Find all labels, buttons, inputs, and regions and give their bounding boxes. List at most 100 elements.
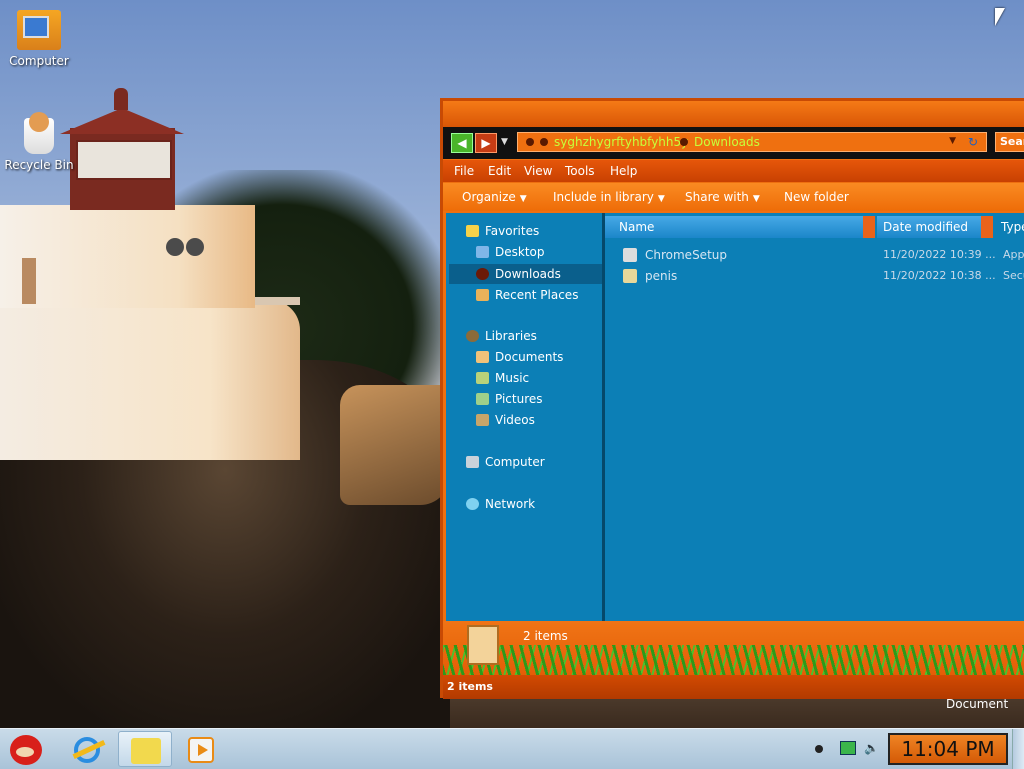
- nav-label: Libraries: [485, 329, 537, 343]
- column-header-name[interactable]: Name: [605, 216, 863, 238]
- nav-label: Computer: [485, 455, 545, 469]
- recycle-bin-icon: [24, 112, 54, 154]
- network-tray-icon[interactable]: [840, 741, 856, 755]
- lighthouse-body: [0, 205, 255, 308]
- file-row[interactable]: penis 11/20/2022 10:38 ... Secu: [623, 267, 1024, 285]
- column-header-type[interactable]: Type: [997, 216, 1024, 238]
- show-desktop-button[interactable]: [1012, 729, 1024, 769]
- internet-explorer-icon: [74, 737, 100, 763]
- address-bar[interactable]: syghzhygrftyhbfyhh5y Downloads ▼ ↻: [517, 132, 987, 152]
- breadcrumb-item-downloads[interactable]: Downloads: [694, 135, 760, 149]
- folder-icon: [526, 138, 534, 146]
- nav-item-documents[interactable]: Documents: [476, 347, 602, 367]
- taskbar-windows-explorer[interactable]: [118, 731, 172, 767]
- share-with-label: Share with: [685, 190, 749, 204]
- media-player-icon: [188, 737, 214, 763]
- menu-file[interactable]: File: [454, 164, 474, 178]
- computer-icon: [17, 10, 61, 50]
- nav-label: Downloads: [495, 267, 561, 281]
- nav-item-network[interactable]: Network: [466, 494, 602, 514]
- file-list: Name Date modified Type ChromeSetup 11/2…: [605, 213, 1024, 621]
- nav-item-music[interactable]: Music: [476, 368, 602, 388]
- column-divider[interactable]: [863, 216, 875, 238]
- tooltip: Document: [946, 697, 1009, 711]
- volume-muted-icon[interactable]: 🔈: [864, 741, 879, 755]
- include-in-library-label: Include in library: [553, 190, 654, 204]
- menu-bar: File Edit View Tools Help: [443, 160, 1024, 182]
- star-icon: [466, 225, 479, 237]
- refresh-icon[interactable]: ↻: [968, 135, 978, 149]
- organize-label: Organize: [462, 190, 516, 204]
- breadcrumb-separator-icon: [540, 138, 548, 146]
- lighthouse-base: [0, 300, 300, 460]
- back-button[interactable]: ◀: [451, 133, 473, 153]
- file-row[interactable]: ChromeSetup 11/20/2022 10:39 ... App: [623, 246, 1024, 264]
- menu-view[interactable]: View: [524, 164, 552, 178]
- nav-label: Documents: [495, 350, 564, 364]
- setup-file-icon: [623, 248, 637, 262]
- tray-notification-icon[interactable]: [815, 745, 823, 753]
- forward-button[interactable]: ▶: [475, 133, 497, 153]
- details-pane: 2 items: [443, 621, 1024, 675]
- breadcrumb-separator-icon: [680, 138, 688, 146]
- include-in-library-button[interactable]: Include in library ▼: [553, 190, 665, 204]
- nav-label: Recent Places: [495, 288, 579, 302]
- arrow-left-icon: ◀: [457, 136, 467, 150]
- nav-item-pictures[interactable]: Pictures: [476, 389, 602, 409]
- file-date: 11/20/2022 10:39 ...: [883, 248, 996, 261]
- lighthouse-door: [22, 258, 36, 304]
- lighthouse-roof: [60, 108, 184, 134]
- menu-tools[interactable]: Tools: [565, 164, 595, 178]
- desktop-icon-label: Computer: [9, 54, 69, 68]
- nav-item-videos[interactable]: Videos: [476, 410, 602, 430]
- file-type: App: [1003, 248, 1024, 261]
- recent-places-icon: [476, 289, 489, 301]
- organize-button[interactable]: Organize ▼: [462, 190, 527, 204]
- lighthouse-glass: [76, 140, 172, 180]
- status-item-count: 2 items: [447, 680, 493, 693]
- certificate-file-icon: [623, 269, 637, 283]
- lighthouse-vent: [166, 238, 184, 256]
- menu-help[interactable]: Help: [610, 164, 637, 178]
- mouse-cursor-icon: [995, 8, 1005, 26]
- wallpaper-rock: [340, 385, 450, 505]
- nav-item-favorites[interactable]: Favorites: [466, 221, 602, 241]
- desktop-icon: [476, 246, 489, 258]
- clock[interactable]: 11:04 PM: [888, 733, 1008, 765]
- column-header-date-modified[interactable]: Date modified: [877, 216, 981, 238]
- windows-explorer-icon: [131, 738, 161, 764]
- search-input[interactable]: Sear: [995, 132, 1024, 152]
- desktop-icon-computer[interactable]: Computer: [2, 10, 76, 68]
- nav-label: Music: [495, 371, 530, 385]
- nav-item-computer[interactable]: Computer: [466, 452, 602, 472]
- file-name: penis: [645, 269, 678, 283]
- breadcrumb-item-user[interactable]: syghzhygrftyhbfyhh5y: [554, 135, 688, 149]
- desktop-icon-recycle-bin[interactable]: Recycle Bin: [2, 112, 76, 172]
- taskbar-internet-explorer[interactable]: [60, 731, 114, 767]
- start-button[interactable]: [2, 731, 56, 767]
- nav-label: Pictures: [495, 392, 543, 406]
- nav-label: Favorites: [485, 224, 540, 238]
- share-with-button[interactable]: Share with ▼: [685, 190, 760, 204]
- explorer-window: ◀ ▶ ▼ syghzhygrftyhbfyhh5y Downloads ▼ ↻…: [440, 98, 1024, 699]
- menu-edit[interactable]: Edit: [488, 164, 511, 178]
- address-dropdown-icon[interactable]: ▼: [949, 136, 956, 146]
- music-icon: [476, 372, 489, 384]
- nav-item-downloads[interactable]: Downloads: [449, 264, 602, 284]
- new-folder-button[interactable]: New folder: [784, 190, 849, 204]
- nav-item-recent-places[interactable]: Recent Places: [476, 285, 602, 305]
- taskbar: 🔈 11:04 PM: [0, 728, 1024, 769]
- computer-icon: [466, 456, 479, 468]
- libraries-icon: [466, 330, 479, 342]
- nav-item-libraries[interactable]: Libraries: [466, 326, 602, 346]
- recent-pages-dropdown-icon[interactable]: ▼: [501, 137, 508, 147]
- file-name: ChromeSetup: [645, 248, 727, 262]
- window-title-bar[interactable]: [443, 101, 1024, 127]
- chevron-down-icon: ▼: [752, 194, 760, 204]
- navigation-pane: Favorites Desktop Downloads Recent Place…: [446, 213, 605, 621]
- taskbar-media-player[interactable]: [174, 731, 228, 767]
- nav-item-desktop[interactable]: Desktop: [476, 242, 602, 262]
- details-item-count: 2 items: [523, 629, 568, 643]
- column-divider[interactable]: [981, 216, 993, 238]
- command-toolbar: Organize ▼ Include in library ▼ Share with…: [443, 183, 1024, 211]
